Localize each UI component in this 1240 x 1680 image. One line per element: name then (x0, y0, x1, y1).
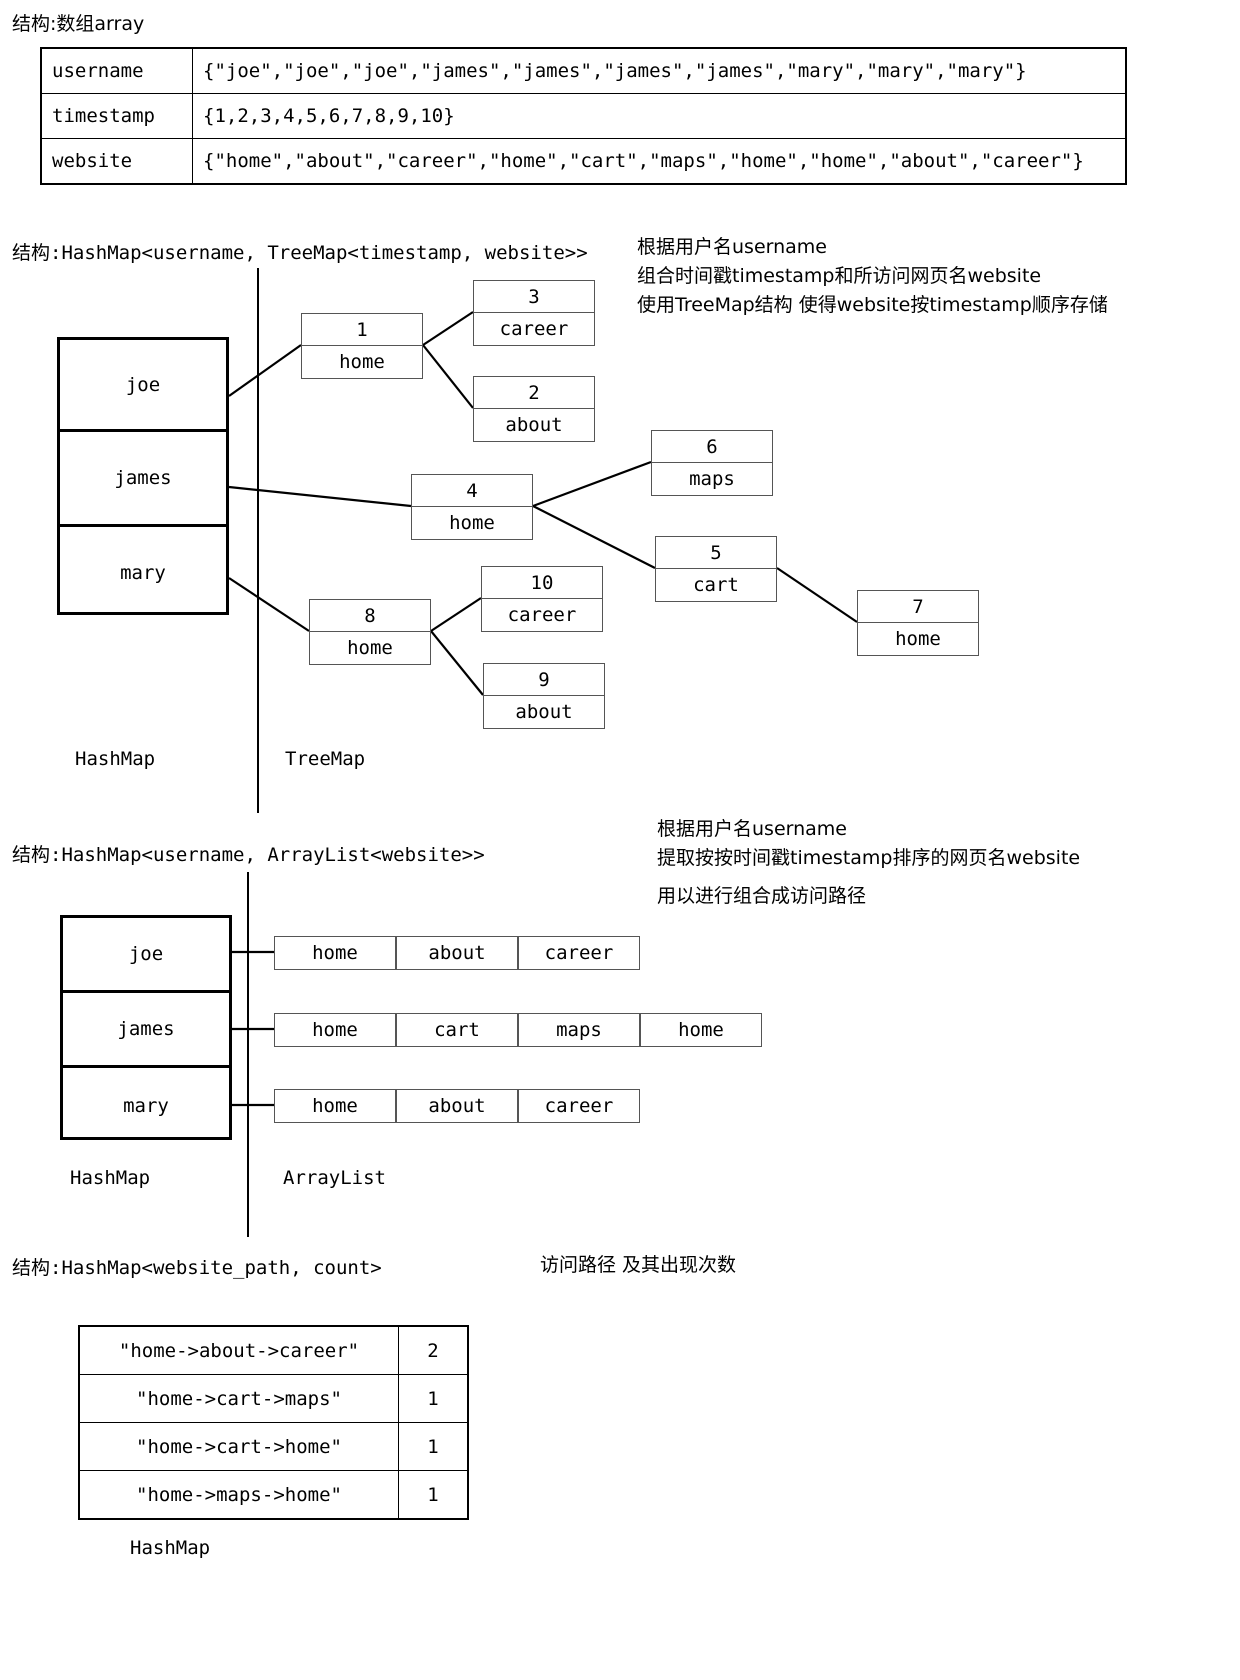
count-cell: 1 (398, 1374, 469, 1423)
table-row: "home->maps->home" 1 (78, 1470, 469, 1520)
table-row: "home->cart->maps" 1 (78, 1374, 469, 1423)
arraylist-row-mary: home about career (274, 1089, 640, 1123)
path-cell: "home->about->career" (78, 1325, 399, 1375)
counts-hashmap-label: HashMap (130, 1537, 211, 1559)
path-cell: "home->cart->home" (78, 1422, 399, 1471)
list-item[interactable]: maps (518, 1013, 640, 1047)
counts-annotation: 访问路径 及其出现次数 (540, 1254, 737, 1276)
list-item[interactable]: home (640, 1013, 762, 1047)
counts-section-heading: 结构:HashMap<website_path, count> (12, 1257, 382, 1279)
arraylist-arraylist-label: ArrayList (283, 1167, 386, 1189)
arraylist-row-james: home cart maps home (274, 1013, 762, 1047)
list-item[interactable]: home (274, 1013, 396, 1047)
list-item[interactable]: about (396, 936, 518, 970)
list-item[interactable]: about (396, 1089, 518, 1123)
list-item[interactable]: cart (396, 1013, 518, 1047)
arraylist-row-joe: home about career (274, 936, 640, 970)
count-cell: 1 (398, 1422, 469, 1471)
path-cell: "home->cart->maps" (78, 1374, 399, 1423)
path-cell: "home->maps->home" (78, 1470, 399, 1520)
table-row: "home->about->career" 2 (78, 1325, 469, 1375)
table-row: "home->cart->home" 1 (78, 1422, 469, 1471)
list-item[interactable]: home (274, 1089, 396, 1123)
list-item[interactable]: home (274, 936, 396, 970)
list-item[interactable]: career (518, 936, 640, 970)
counts-table-wrapper: "home->about->career" 2 "home->cart->map… (78, 1325, 469, 1520)
count-cell: 1 (398, 1470, 469, 1520)
arraylist-hashmap-label: HashMap (70, 1167, 151, 1189)
list-item[interactable]: career (518, 1089, 640, 1123)
count-cell: 2 (398, 1325, 469, 1375)
counts-table: "home->about->career" 2 "home->cart->map… (78, 1325, 469, 1520)
